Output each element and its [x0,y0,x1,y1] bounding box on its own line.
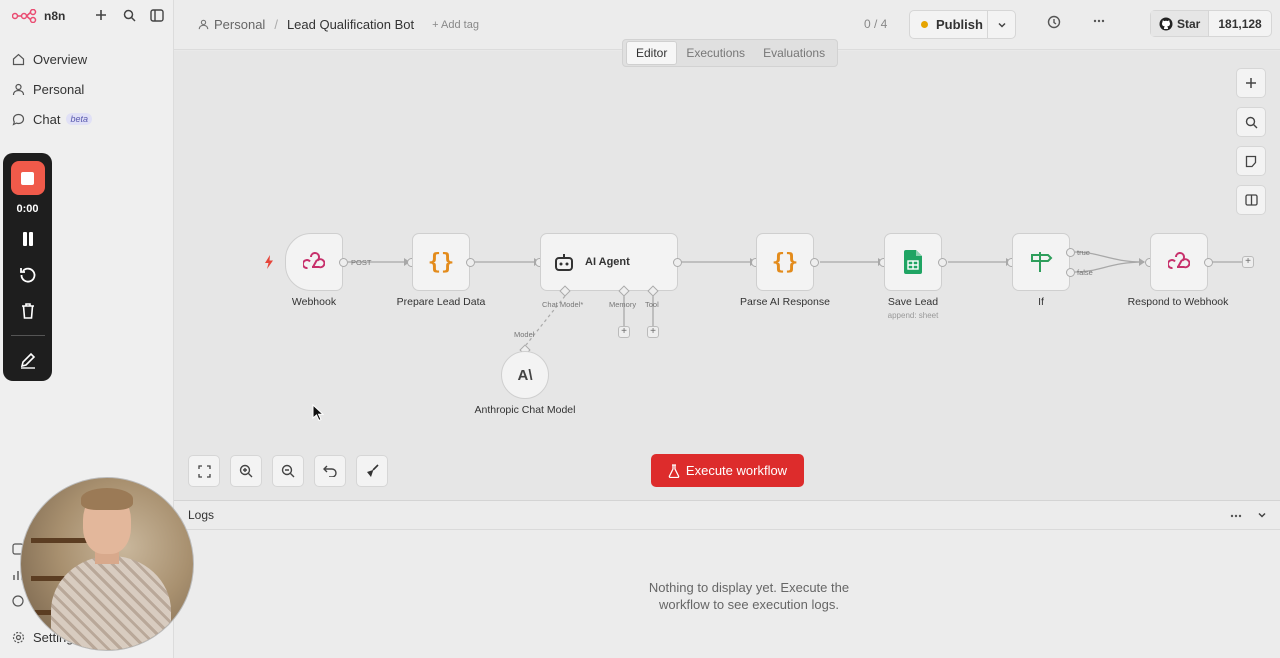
webcam-overlay [20,477,194,651]
true-branch-label: true [1077,248,1090,257]
node-webhook[interactable] [285,233,343,291]
node-prepare-lead-data[interactable]: {} [412,233,470,291]
true-output-port[interactable] [1066,248,1075,257]
node-parse-ai-response[interactable]: {} [756,233,814,291]
false-output-port[interactable] [1066,268,1075,277]
undo-button[interactable] [314,455,346,487]
node-anthropic-chat-model[interactable]: A\ [501,351,549,399]
webhook-method-label: POST [351,258,372,267]
code-braces-icon: {} [427,249,455,275]
logs-empty-state: Nothing to display yet. Execute the work… [584,579,914,613]
node-save-lead[interactable] [884,233,942,291]
output-port[interactable] [938,258,947,267]
empty-text-line: Nothing to display yet. Execute the [648,580,850,595]
logs-title: Logs [188,508,215,522]
node-ai-agent[interactable]: AI Agent [540,233,678,291]
output-port[interactable] [810,258,819,267]
model-port-label: Model [514,330,535,339]
trigger-bolt-icon [265,255,273,269]
node-label: If [1038,296,1044,308]
zoom-in-icon [239,464,253,478]
undo-icon [323,465,337,477]
broom-icon [367,464,379,477]
node-respond-to-webhook[interactable] [1150,233,1208,291]
node-if[interactable] [1012,233,1070,291]
output-port[interactable] [1204,258,1213,267]
memory-label: Memory [609,300,637,309]
chat-model-label: Chat Model* [542,300,584,309]
zoom-out-icon [281,464,295,478]
add-tool-button[interactable]: + [647,326,659,338]
output-port[interactable] [339,258,348,267]
robot-icon [555,254,573,271]
logs-panel: Logs Nothing to display yet. Execute the… [174,500,1280,658]
node-label: Parse AI Response [740,296,830,308]
code-braces-icon: {} [771,249,799,275]
output-port[interactable] [673,258,682,267]
google-sheets-icon [904,250,922,274]
false-branch-label: false [1077,268,1093,277]
flask-icon [668,463,680,478]
fit-view-button[interactable] [188,455,220,487]
node-label: Anthropic Chat Model [474,404,576,416]
canvas-bottom-toolbar [188,455,388,487]
node-subtitle: append: sheet [887,311,939,320]
webhook-icon [303,252,325,270]
chevron-down-icon[interactable] [1256,509,1268,521]
tidy-up-button[interactable] [356,455,388,487]
execute-label: Execute workflow [685,463,788,478]
fit-view-icon [197,464,211,478]
anthropic-logo: A\ [517,366,533,384]
node-label: Webhook [291,296,337,308]
node-label: Respond to Webhook [1127,296,1229,308]
add-memory-button[interactable]: + [618,326,630,338]
zoom-in-button[interactable] [230,455,262,487]
node-label: Save Lead [887,296,939,308]
add-next-node-button[interactable]: + [1242,256,1254,268]
webhook-icon [1168,252,1190,270]
output-port[interactable] [466,258,475,267]
zoom-out-button[interactable] [272,455,304,487]
execute-workflow-button[interactable]: Execute workflow [651,454,804,487]
mouse-cursor-icon [312,404,324,422]
more-options-icon[interactable] [1230,514,1242,518]
signpost-icon [1031,252,1053,272]
node-label: Prepare Lead Data [396,296,486,308]
tool-label: Tool [645,300,659,309]
node-label: AI Agent [585,256,630,268]
empty-text-line: workflow to see execution logs. [659,597,839,612]
